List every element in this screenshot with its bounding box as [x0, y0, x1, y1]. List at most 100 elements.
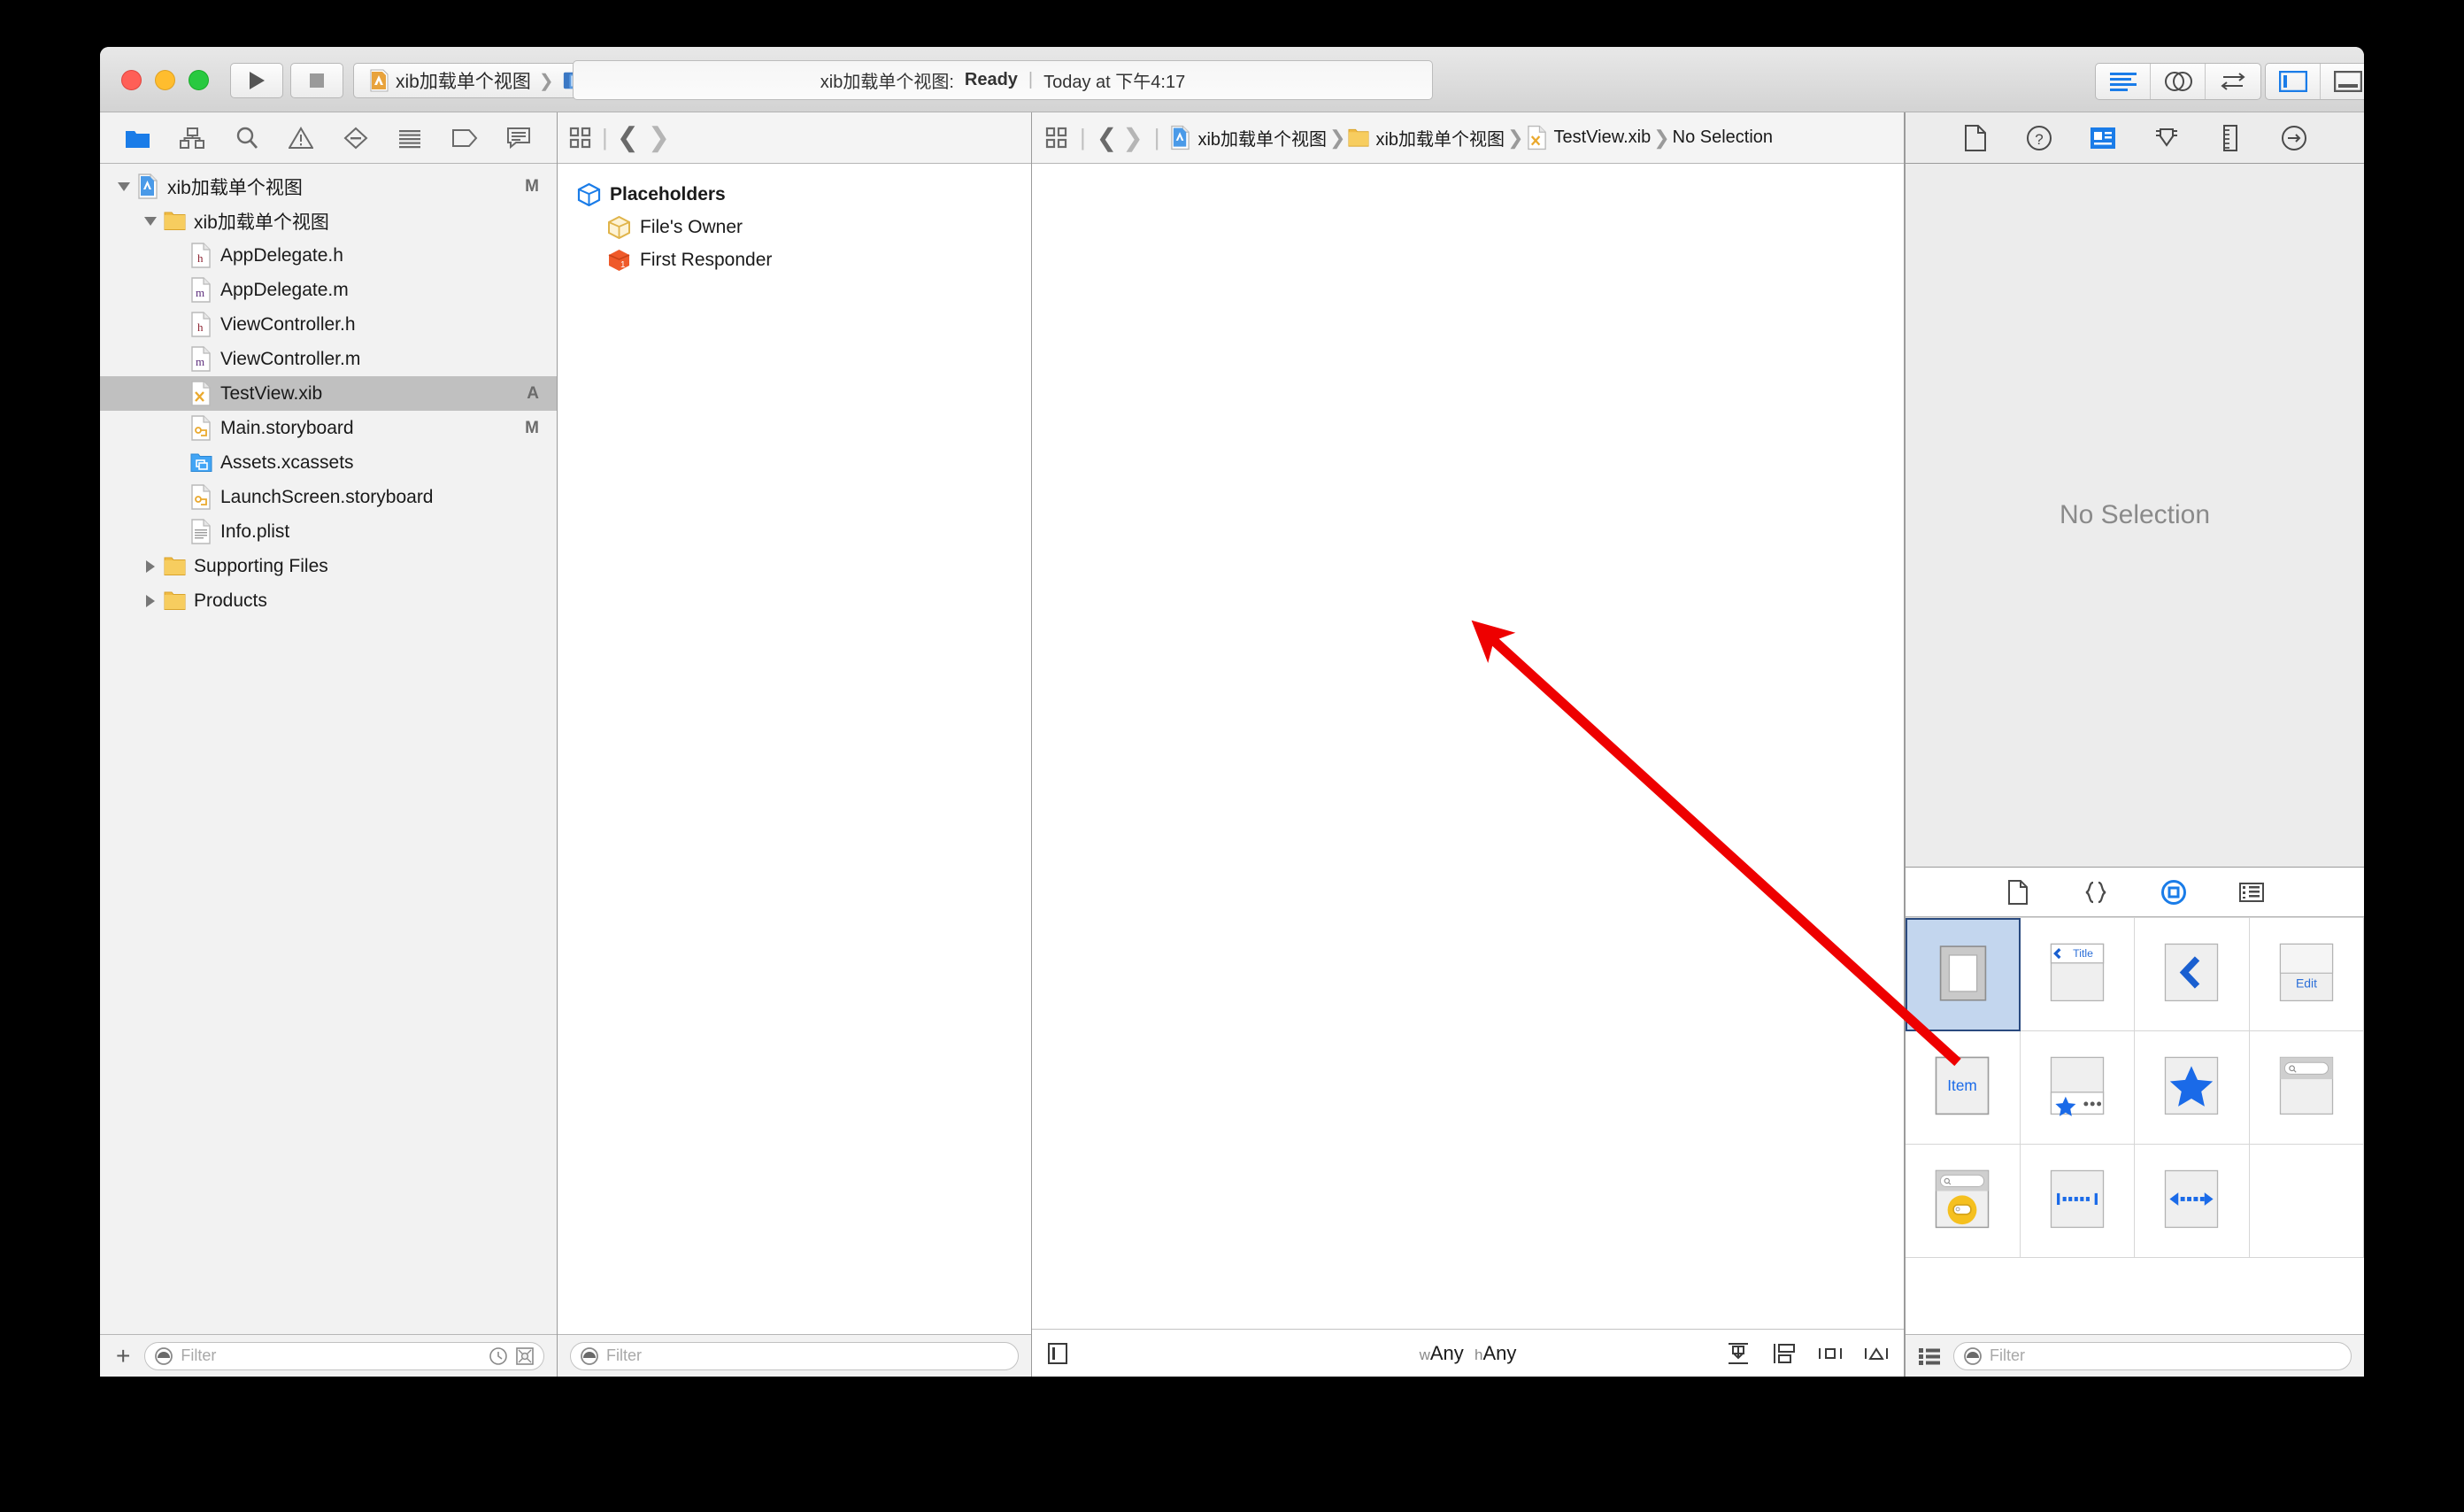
project-file-tree[interactable]: xib加载单个视图 Mxib加载单个视图 h AppDelegate.h m AppDel… [100, 164, 557, 1334]
recent-icon[interactable] [489, 1346, 508, 1366]
disclosure-triangle-icon[interactable] [141, 212, 160, 231]
navigation-item-item[interactable] [2135, 918, 2250, 1031]
search-display-controller-item[interactable] [1906, 1145, 2021, 1258]
disclosure-triangle-icon[interactable] [141, 591, 160, 611]
breadcrumb-item[interactable]: No Selection [1673, 127, 1773, 148]
tree-row-label: TestView.xib [220, 382, 323, 404]
interface-builder-canvas[interactable] [1032, 164, 1904, 1329]
debug-navigator-icon [399, 129, 421, 148]
identity-inspector-button[interactable] [2084, 121, 2121, 155]
tree-row[interactable]: Assets.xcassets [100, 445, 557, 480]
svg-text:Item: Item [1948, 1076, 1977, 1094]
toolbar-item[interactable] [2020, 1031, 2135, 1145]
fixed-space-bar-item[interactable] [2020, 1145, 2135, 1258]
add-file-button[interactable]: + [112, 1343, 134, 1369]
status-badge: A [527, 383, 539, 403]
quick-help-inspector-button[interactable]: ? [2021, 121, 2058, 155]
related-items-icon[interactable] [1044, 126, 1069, 150]
svg-text:Title: Title [2073, 947, 2093, 960]
object-library-grid[interactable]: Title Edit Item [1906, 917, 2364, 1334]
tree-row[interactable]: TestView.xib A [100, 376, 557, 411]
version-editor-button[interactable] [2206, 64, 2260, 99]
library-filter-field[interactable]: Filter [1953, 1341, 2352, 1370]
search-bar-item[interactable] [2249, 1031, 2364, 1145]
pin-icon[interactable] [1863, 1341, 1890, 1366]
back-chevron-icon [2162, 941, 2221, 1007]
tab-bar-item-star[interactable] [2135, 1031, 2250, 1145]
tree-row-label: Assets.xcassets [220, 451, 354, 473]
project-navigator-button[interactable] [120, 120, 156, 156]
library-empty-cell [2249, 1145, 2364, 1258]
forward-chevron-icon[interactable]: ❯ [1122, 123, 1143, 152]
outline-row-label: File's Owner [640, 216, 743, 237]
size-inspector-button[interactable] [2212, 121, 2249, 155]
back-chevron-icon[interactable]: ❮ [1097, 123, 1117, 152]
forward-chevron-icon[interactable]: ❯ [648, 122, 670, 153]
outline-row[interactable]: Placeholders [558, 178, 1031, 211]
update-frames-icon[interactable] [1725, 1341, 1752, 1366]
media-library-button[interactable] [2234, 876, 2269, 908]
code-snippet-library-button[interactable] [2078, 876, 2114, 908]
toggle-navigator-button[interactable] [2266, 64, 2321, 99]
breadcrumb[interactable]: xib加载单个视图 ❯ xib加载单个视图 ❯ TestView.xib ❯ No Sele… [1170, 125, 1773, 150]
outline-rows[interactable]: Placeholders File's Owner 1 First Responder [558, 164, 1031, 1334]
source-control-icon[interactable] [515, 1346, 535, 1366]
close-button[interactable] [121, 70, 142, 90]
bar-button-item[interactable]: Edit [2249, 918, 2364, 1031]
issue-navigator-button[interactable] [283, 120, 319, 156]
stop-button[interactable] [290, 63, 343, 98]
toggle-debug-area-button[interactable] [2321, 64, 2364, 99]
breadcrumb-label: xib加载单个视图 [1375, 130, 1505, 150]
view-controller-item[interactable] [1906, 918, 2021, 1031]
zoom-button[interactable] [189, 70, 209, 90]
related-items-icon[interactable] [568, 126, 593, 150]
breakpoint-navigator-button[interactable] [447, 120, 482, 156]
test-navigator-button[interactable] [338, 120, 373, 156]
tree-row[interactable]: h AppDelegate.h [100, 238, 557, 273]
tree-row[interactable]: Main.storyboard M [100, 411, 557, 445]
list-view-icon[interactable] [1918, 1346, 1941, 1367]
object-library-button[interactable] [2156, 876, 2191, 908]
tree-row[interactable]: m AppDelegate.m [100, 273, 557, 307]
star-dots-bar-icon [2048, 1054, 2106, 1121]
flexible-space-bar-item[interactable] [2135, 1145, 2250, 1258]
symbol-navigator-button[interactable] [174, 120, 210, 156]
tree-row[interactable]: Products [100, 583, 557, 618]
file-inspector-button[interactable] [1957, 121, 1994, 155]
report-navigator-button[interactable] [501, 120, 536, 156]
tree-row[interactable]: xib加载单个视图 [100, 204, 557, 238]
navigator-filter-field[interactable]: Filter [144, 1341, 544, 1370]
disclosure-triangle-icon[interactable] [141, 557, 160, 576]
tree-row[interactable]: m ViewController.m [100, 342, 557, 376]
outline-row[interactable]: File's Owner [558, 211, 1031, 243]
attributes-inspector-button[interactable] [2148, 121, 2185, 155]
breadcrumb-item[interactable]: xib加载单个视图 [1348, 125, 1505, 150]
run-button[interactable] [230, 63, 283, 98]
tree-row[interactable]: LaunchScreen.storyboard [100, 480, 557, 514]
editor-canvas-column: | ❮ ❯ | xib加载单个视图 ❯ xib加载单个视图 ❯ TestView.xib… [1032, 112, 1905, 1377]
minimize-button[interactable] [155, 70, 175, 90]
outline-filter-field[interactable]: Filter [570, 1341, 1019, 1370]
code-snippet-library-icon [2085, 881, 2106, 903]
standard-editor-button[interactable] [2096, 64, 2151, 99]
file-template-library-button[interactable] [2000, 876, 2036, 908]
breadcrumb-item[interactable]: TestView.xib [1527, 125, 1651, 150]
outline-row[interactable]: 1 First Responder [558, 243, 1031, 276]
embed-in-icon[interactable] [1771, 1341, 1798, 1366]
debug-navigator-button[interactable] [392, 120, 427, 156]
connections-inspector-button[interactable] [2275, 121, 2313, 155]
tab-bar-item-item[interactable]: Item [1906, 1031, 2021, 1145]
run-icon [249, 72, 265, 89]
breadcrumb-item[interactable]: xib加载单个视图 [1170, 125, 1327, 150]
assistant-editor-button[interactable] [2151, 64, 2206, 99]
navigation-controller-item[interactable]: Title [2020, 918, 2135, 1031]
align-icon[interactable] [1817, 1341, 1844, 1366]
tree-row[interactable]: xib加载单个视图 M [100, 169, 557, 204]
disclosure-triangle-icon[interactable] [114, 177, 134, 197]
tree-row[interactable]: h ViewController.h [100, 307, 557, 342]
tree-row[interactable]: Info.plist [100, 514, 557, 549]
status-badge: M [525, 418, 539, 437]
back-chevron-icon[interactable]: ❮ [617, 122, 639, 153]
find-navigator-button[interactable] [229, 120, 265, 156]
tree-row[interactable]: Supporting Files [100, 549, 557, 583]
